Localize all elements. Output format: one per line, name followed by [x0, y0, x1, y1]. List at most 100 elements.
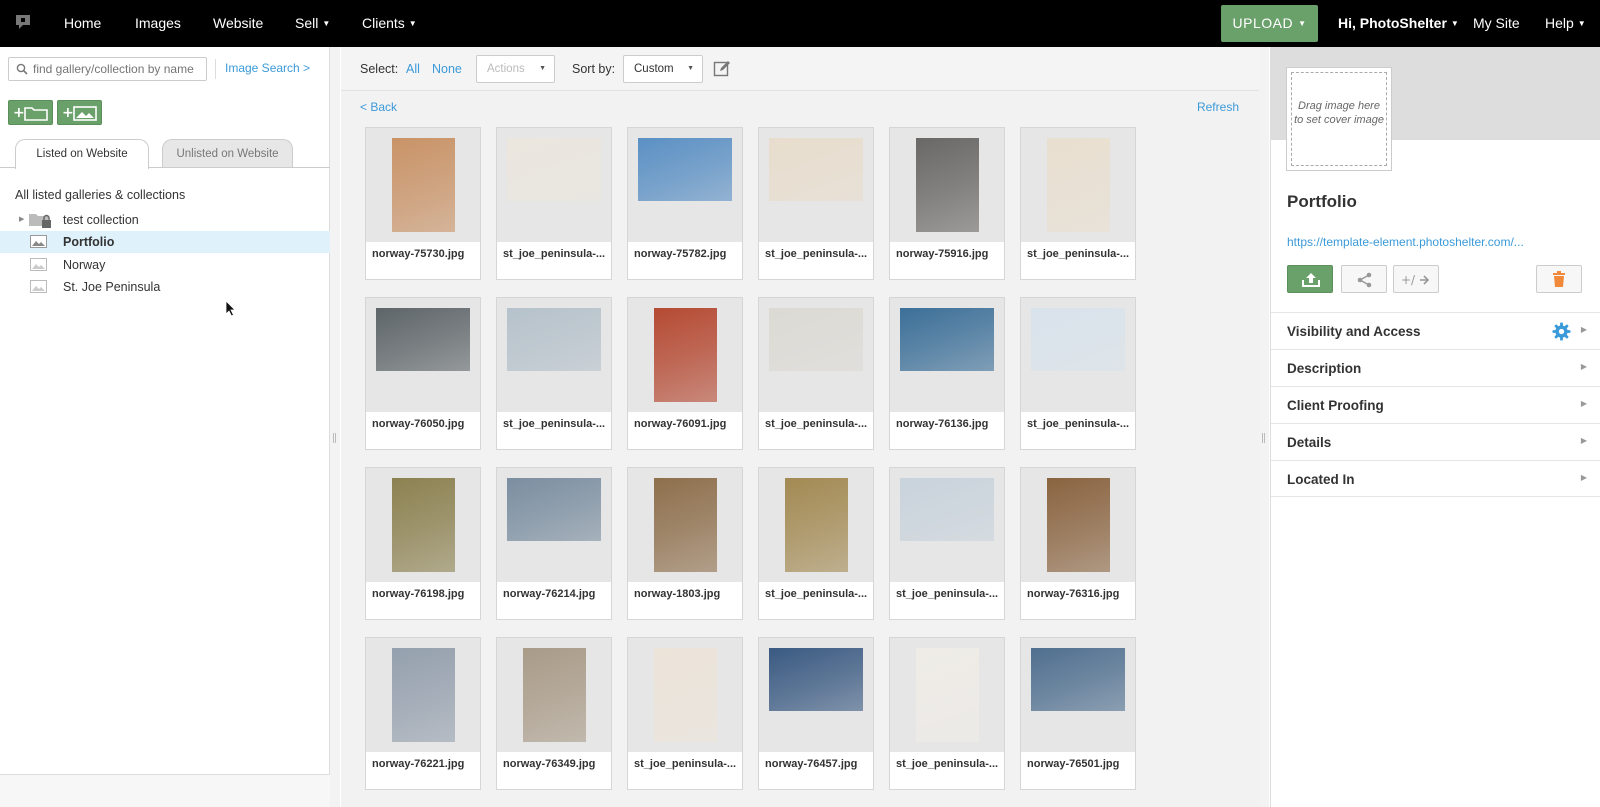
- logo-icon[interactable]: [14, 14, 32, 30]
- nav-my-site[interactable]: My Site: [1473, 0, 1520, 47]
- image-thumbnail[interactable]: [915, 138, 979, 232]
- expand-arrow-icon[interactable]: ▶: [19, 209, 24, 231]
- image-card[interactable]: st_joe_peninsula-...: [1020, 297, 1136, 450]
- tab-listed[interactable]: Listed on Website: [15, 139, 149, 169]
- nav-website[interactable]: Website: [213, 0, 263, 47]
- image-card[interactable]: norway-76457.jpg: [758, 637, 874, 790]
- tree-item-st-joe-peninsula[interactable]: St. Joe Peninsula: [0, 276, 330, 298]
- nav-sell[interactable]: Sell ▼: [295, 0, 330, 47]
- left-splitter[interactable]: [330, 47, 340, 807]
- image-card[interactable]: norway-76214.jpg: [496, 467, 612, 620]
- nav-images[interactable]: Images: [135, 0, 181, 47]
- image-card[interactable]: st_joe_peninsula-...: [758, 297, 874, 450]
- tab-unlisted[interactable]: Unlisted on Website: [162, 139, 293, 168]
- cover-image-dropzone[interactable]: Drag image here to set cover image: [1286, 67, 1392, 171]
- thumbnail-frame: [366, 298, 480, 412]
- nav-user-menu[interactable]: Hi, PhotoShelter ▼: [1338, 0, 1459, 47]
- tree-item-label: Norway: [63, 258, 106, 272]
- image-thumbnail[interactable]: [900, 478, 994, 541]
- select-none-link[interactable]: None: [432, 62, 462, 76]
- image-card[interactable]: st_joe_peninsula-...: [889, 467, 1005, 620]
- image-thumbnail[interactable]: [638, 138, 732, 201]
- image-thumbnail[interactable]: [1031, 648, 1125, 711]
- image-thumbnail[interactable]: [900, 308, 994, 371]
- image-card[interactable]: norway-75730.jpg: [365, 127, 481, 280]
- image-card[interactable]: norway-76221.jpg: [365, 637, 481, 790]
- section-description[interactable]: Description ▶: [1271, 349, 1600, 386]
- gallery-search-input[interactable]: [33, 60, 205, 78]
- gallery-search[interactable]: [8, 57, 207, 81]
- section-details[interactable]: Details ▶: [1271, 423, 1600, 460]
- section-client-proofing[interactable]: Client Proofing ▶: [1271, 386, 1600, 423]
- image-card[interactable]: st_joe_peninsula-...: [1020, 127, 1136, 280]
- nav-help[interactable]: Help ▼: [1545, 0, 1586, 47]
- upload-button[interactable]: UPLOAD ▼: [1221, 5, 1318, 42]
- image-card[interactable]: st_joe_peninsula-...: [889, 637, 1005, 790]
- image-card[interactable]: norway-76091.jpg: [627, 297, 743, 450]
- image-card[interactable]: norway-75916.jpg: [889, 127, 1005, 280]
- image-thumbnail[interactable]: [769, 648, 863, 711]
- splitter-grip[interactable]: [333, 433, 336, 443]
- tree-item-label: Portfolio: [63, 235, 115, 249]
- image-thumbnail[interactable]: [1046, 138, 1110, 232]
- tree-item-norway[interactable]: Norway: [0, 254, 330, 276]
- image-card[interactable]: norway-76198.jpg: [365, 467, 481, 620]
- image-card[interactable]: st_joe_peninsula-...: [758, 127, 874, 280]
- section-located-in[interactable]: Located In ▶: [1271, 460, 1600, 497]
- image-thumbnail[interactable]: [1031, 308, 1125, 371]
- image-thumbnail[interactable]: [391, 138, 455, 232]
- add-gallery-button[interactable]: +: [57, 100, 102, 125]
- image-card[interactable]: norway-76050.jpg: [365, 297, 481, 450]
- image-thumbnail[interactable]: [769, 308, 863, 371]
- image-card[interactable]: norway-76349.jpg: [496, 637, 612, 790]
- select-all-link[interactable]: All: [406, 62, 420, 76]
- add-collection-button[interactable]: +: [8, 100, 53, 125]
- edit-icon[interactable]: [713, 60, 731, 78]
- image-thumbnail[interactable]: [522, 648, 586, 742]
- gallery-url-link[interactable]: https://template-element.photoshelter.co…: [1287, 235, 1524, 249]
- tree-item-portfolio[interactable]: Portfolio: [0, 231, 330, 253]
- gear-icon[interactable]: [1552, 322, 1571, 341]
- delete-gallery-button[interactable]: [1536, 265, 1582, 293]
- thumbnail-frame: [497, 468, 611, 582]
- image-card[interactable]: norway-76501.jpg: [1020, 637, 1136, 790]
- image-card[interactable]: norway-76316.jpg: [1020, 467, 1136, 620]
- image-thumbnail[interactable]: [391, 478, 455, 572]
- expand-arrow-icon: ▶: [1580, 436, 1587, 445]
- nav-home[interactable]: Home: [64, 0, 101, 47]
- all-listed-heading[interactable]: All listed galleries & collections: [15, 188, 185, 202]
- sort-dropdown[interactable]: Custom ▼: [623, 55, 703, 83]
- share-button[interactable]: [1341, 265, 1387, 293]
- image-thumbnail[interactable]: [507, 308, 601, 371]
- image-thumbnail[interactable]: [769, 138, 863, 201]
- upload-to-gallery-button[interactable]: [1287, 265, 1333, 293]
- image-thumbnail[interactable]: [391, 648, 455, 742]
- image-thumbnail[interactable]: [507, 138, 601, 201]
- splitter-grip[interactable]: [1262, 433, 1265, 443]
- image-search-link[interactable]: Image Search >: [225, 61, 310, 75]
- section-visibility-and-access[interactable]: Visibility and Access ▶: [1271, 312, 1600, 349]
- image-thumbnail[interactable]: [376, 308, 470, 371]
- image-card[interactable]: st_joe_peninsula-...: [496, 297, 612, 450]
- actions-dropdown[interactable]: Actions ▼: [476, 55, 555, 83]
- back-link[interactable]: < Back: [360, 100, 397, 114]
- image-thumbnail[interactable]: [653, 648, 717, 742]
- image-card[interactable]: st_joe_peninsula-...: [627, 637, 743, 790]
- nav-clients[interactable]: Clients ▼: [362, 0, 417, 47]
- tree-item-test-collection[interactable]: ▶ test collection: [0, 209, 330, 231]
- image-card[interactable]: norway-76136.jpg: [889, 297, 1005, 450]
- image-thumbnail[interactable]: [653, 478, 717, 572]
- image-thumbnail[interactable]: [653, 308, 717, 402]
- right-splitter[interactable]: [1259, 47, 1269, 807]
- image-card[interactable]: st_joe_peninsula-...: [496, 127, 612, 280]
- embed-button[interactable]: +/: [1393, 265, 1439, 293]
- image-thumbnail[interactable]: [915, 648, 979, 742]
- image-card[interactable]: norway-1803.jpg: [627, 467, 743, 620]
- image-thumbnail[interactable]: [1046, 478, 1110, 572]
- image-thumbnail[interactable]: [784, 478, 848, 572]
- refresh-link[interactable]: Refresh: [1197, 100, 1239, 114]
- image-thumbnail[interactable]: [507, 478, 601, 541]
- image-toolbar: Select: All None Actions ▼ Sort by: Custo…: [341, 47, 1259, 91]
- image-card[interactable]: st_joe_peninsula-...: [758, 467, 874, 620]
- image-card[interactable]: norway-75782.jpg: [627, 127, 743, 280]
